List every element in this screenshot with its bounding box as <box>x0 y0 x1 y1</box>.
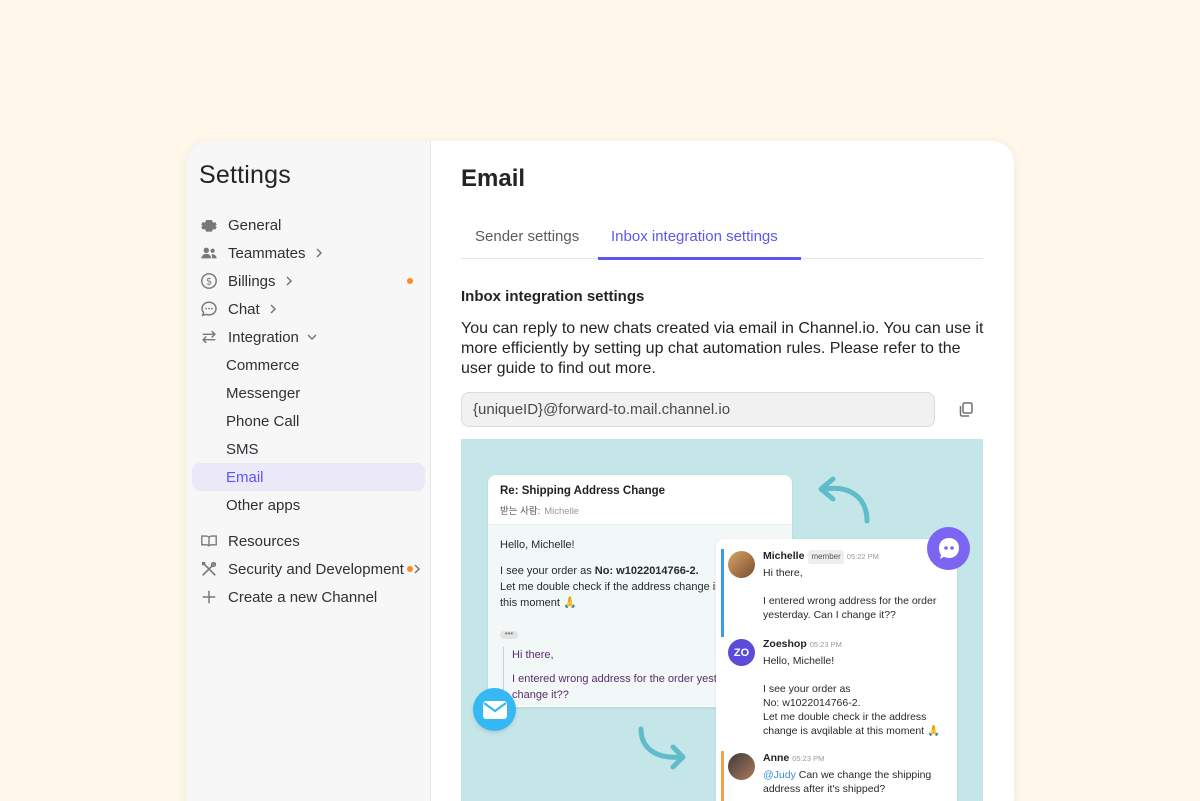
gear-icon <box>200 216 218 234</box>
message-line: Hello, Michelle! <box>763 655 835 667</box>
chevron-right-icon <box>268 304 278 314</box>
sidebar-item-phone-call[interactable]: Phone Call <box>192 407 425 435</box>
avatar <box>728 753 755 780</box>
sidebar-item-label: Email <box>226 468 264 486</box>
sidebar-nav: General Teammates $ Billings Chat Integr… <box>192 211 425 611</box>
sidebar-item-label: Teammates <box>228 244 306 262</box>
plus-icon <box>200 588 218 606</box>
chevron-right-icon <box>412 564 422 574</box>
forward-address-value: {uniqueID}@forward-to.mail.channel.io <box>473 401 731 418</box>
message-header: Michelle member 05:22 PM <box>763 549 951 564</box>
chevron-right-icon <box>284 276 294 286</box>
notification-dot <box>407 278 413 284</box>
message-header: Zoeshop 05:23 PM <box>763 637 951 652</box>
chat-bubble-icon <box>200 300 218 318</box>
page-title: Email <box>461 165 526 192</box>
sidebar-item-label: Messenger <box>226 384 301 402</box>
quote-toggle: ••• <box>500 630 518 639</box>
message-line: @Judy Can we change the shipping address… <box>763 768 951 796</box>
message-accent-bar <box>721 751 724 801</box>
member-badge: member <box>808 550 844 564</box>
chat-message: Anne 05:23 PM @Judy Can we change the shi… <box>716 751 957 801</box>
sidebar-item-label: Other apps <box>226 496 301 514</box>
mention: @Judy <box>763 769 796 781</box>
curved-arrow-icon <box>638 726 686 770</box>
main-panel: Email Sender settings Inbox integration … <box>431 141 1014 801</box>
settings-window: Settings General Teammates $ Billings Ch… <box>187 141 1014 801</box>
sidebar-item-label: Chat <box>228 300 260 318</box>
curved-arrow-icon <box>818 476 870 524</box>
email-order-number: No: w1022014766-2. <box>594 565 699 577</box>
sidebar-item-label: Security and Development <box>228 560 404 578</box>
sidebar-title: Settings <box>199 161 291 189</box>
book-icon <box>200 532 218 550</box>
chat-message: Michelle member 05:22 PM Hi there, I enter… <box>716 549 957 637</box>
sidebar-item-commerce[interactable]: Commerce <box>192 351 425 379</box>
sidebar-item-billings[interactable]: $ Billings <box>192 267 425 295</box>
sidebar-item-label: Create a new Channel <box>228 588 378 606</box>
tab-bar: Sender settings Inbox integration settin… <box>461 215 983 260</box>
message-time: 05:22 PM <box>846 552 879 561</box>
email-recipient: 받는 사람: Michelle <box>500 503 780 517</box>
message-time: 05:23 PM <box>792 754 825 763</box>
sidebar-item-chat[interactable]: Chat <box>192 295 425 323</box>
tab-inbox-integration-settings[interactable]: Inbox integration settings <box>611 228 778 245</box>
sidebar-item-resources[interactable]: Resources <box>192 527 425 555</box>
sidebar-item-security-and-development[interactable]: Security and Development <box>192 555 425 583</box>
email-to-label: 받는 사람: <box>500 506 541 517</box>
sidebar-item-label: SMS <box>226 440 259 458</box>
sidebar-item-teammates[interactable]: Teammates <box>192 239 425 267</box>
users-icon <box>200 244 218 262</box>
tools-icon <box>200 560 218 578</box>
active-tab-indicator <box>598 257 801 260</box>
avatar <box>728 551 755 578</box>
message-line: No: w1022014766-2. <box>763 697 861 709</box>
sidebar-divider-gap <box>192 519 425 527</box>
sidebar-item-label: Commerce <box>226 356 300 374</box>
sidebar-item-general[interactable]: General <box>192 211 425 239</box>
message-line: I see your order as <box>763 683 851 695</box>
sidebar-item-label: Integration <box>228 328 299 346</box>
arrows-swap-icon <box>200 328 218 346</box>
sidebar-item-label: Resources <box>228 532 300 550</box>
chat-preview-card: Michelle member 05:22 PM Hi there, I enter… <box>716 539 957 801</box>
sidebar-item-label: Phone Call <box>226 412 300 430</box>
sidebar-item-email[interactable]: Email <box>192 463 425 491</box>
section-title: Inbox integration settings <box>461 288 645 305</box>
sidebar-item-label: Billings <box>228 272 276 290</box>
sidebar-item-other-apps[interactable]: Other apps <box>192 491 425 519</box>
copy-icon[interactable] <box>957 400 975 418</box>
sidebar-item-integration[interactable]: Integration <box>192 323 425 351</box>
svg-text:$: $ <box>206 277 212 288</box>
message-line: Let me double check ir the address chang… <box>763 711 941 737</box>
forward-address-field[interactable]: {uniqueID}@forward-to.mail.channel.io <box>461 392 935 427</box>
sidebar-item-label: General <box>228 216 282 234</box>
message-accent-bar <box>721 549 724 637</box>
tab-sender-settings[interactable]: Sender settings <box>475 228 579 245</box>
chat-message: ZO Zoeshop 05:23 PM Hello, Michelle! I se… <box>716 637 957 751</box>
email-integration-illustration: Re: Shipping Address Change 받는 사람: Michel… <box>461 439 983 801</box>
email-header: Re: Shipping Address Change 받는 사람: Michel… <box>488 475 792 525</box>
sidebar-item-create-channel[interactable]: Create a new Channel <box>192 583 425 611</box>
message-line: Hi there, <box>763 567 803 579</box>
email-subject: Re: Shipping Address Change <box>500 485 666 497</box>
chevron-right-icon <box>314 248 324 258</box>
settings-sidebar: Settings General Teammates $ Billings Ch… <box>187 141 431 801</box>
message-header: Anne 05:23 PM <box>763 751 951 766</box>
sidebar-item-sms[interactable]: SMS <box>192 435 425 463</box>
section-description: You can reply to new chats created via e… <box>461 320 984 377</box>
sender-name: Michelle <box>763 550 805 562</box>
chevron-down-icon <box>307 332 317 342</box>
dollar-icon: $ <box>200 272 218 290</box>
mail-icon <box>473 688 516 731</box>
bot-icon <box>927 527 970 570</box>
email-line: I see your order as <box>500 565 595 577</box>
avatar: ZO <box>728 639 755 666</box>
message-time: 05:23 PM <box>809 640 842 649</box>
sender-name: Anne <box>763 752 790 764</box>
message-line: I entered wrong address for the order ye… <box>763 595 937 621</box>
sidebar-item-messenger[interactable]: Messenger <box>192 379 425 407</box>
email-to-name: Michelle <box>544 506 580 517</box>
sender-name: Zoeshop <box>763 638 807 650</box>
